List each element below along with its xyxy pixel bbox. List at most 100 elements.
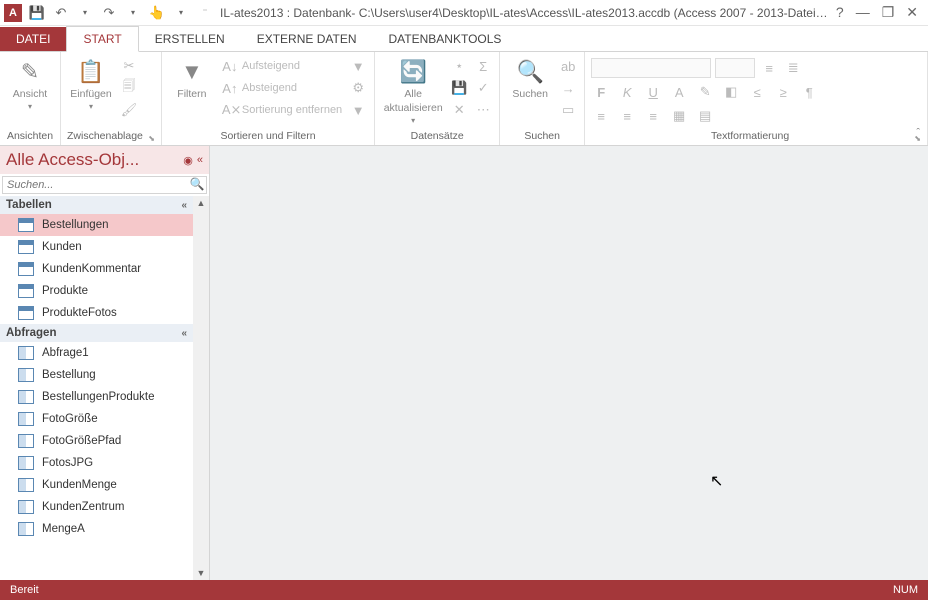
goto-icon[interactable]: → [558, 78, 578, 98]
group-sortieren-filtern: ▼ Filtern A↓Aufsteigend A↑Absteigend A⨯S… [162, 52, 375, 145]
replace-icon[interactable]: ab [558, 56, 578, 76]
collapse-ribbon-icon[interactable]: ˆ [916, 127, 920, 139]
nav-dropdown-icon[interactable]: ◉ [183, 154, 193, 167]
align-center-icon[interactable]: ≡ [617, 106, 637, 126]
nav-query-kundenmenge[interactable]: KundenMenge [0, 474, 193, 496]
absteigend-button[interactable]: A↑Absteigend [220, 78, 344, 98]
nav-scrollbar[interactable]: ▲ ▼ [193, 196, 209, 580]
nav-object-list: Tabellen« Bestellungen Kunden KundenKomm… [0, 196, 193, 540]
table-icon [18, 240, 34, 254]
title-bar: A 💾 ↶ ▾ ↷ ▾ 👆 ▾ ⁼ IL-ates2013 : Datenban… [0, 0, 928, 26]
selection-filter-icon[interactable]: ▼ [348, 56, 368, 76]
text-direction-icon[interactable]: ¶ [799, 82, 819, 102]
underline-icon[interactable]: U [643, 82, 663, 102]
totals-icon[interactable]: Σ [473, 56, 493, 76]
highlight-icon[interactable]: ✎ [695, 82, 715, 102]
nav-header[interactable]: Alle Access-Obj... ◉ « [0, 146, 209, 174]
nav-query-kundenzentrum[interactable]: KundenZentrum [0, 496, 193, 518]
nav-query-mengea[interactable]: MengeA [0, 518, 193, 540]
nav-query-abfrage1[interactable]: Abfrage1 [0, 342, 193, 364]
undo-icon[interactable]: ↶ [52, 4, 70, 22]
filtern-button[interactable]: ▼ Filtern [168, 54, 216, 100]
save-icon[interactable]: 💾 [28, 4, 46, 22]
ansicht-button[interactable]: ✎ Ansicht ▾ [6, 54, 54, 111]
numbering-icon[interactable]: ≣ [783, 58, 803, 78]
touch-mode-icon[interactable]: 👆 [148, 4, 166, 22]
aufsteigend-button[interactable]: A↓Aufsteigend [220, 56, 344, 76]
quick-access-toolbar: A 💾 ↶ ▾ ↷ ▾ 👆 ▾ ⁼ [4, 4, 214, 22]
query-icon [18, 368, 34, 382]
bold-icon[interactable]: F [591, 82, 611, 102]
nav-table-produktefotos[interactable]: ProdukteFotos [0, 302, 193, 324]
query-icon [18, 500, 34, 514]
gridlines-icon[interactable]: ▦ [669, 106, 689, 126]
chevron-down-icon: ▾ [89, 102, 93, 111]
new-record-icon[interactable]: ⋆ [449, 56, 469, 76]
scroll-up-icon[interactable]: ▲ [195, 196, 208, 210]
nav-section-tabellen[interactable]: Tabellen« [0, 196, 193, 214]
italic-icon[interactable]: K [617, 82, 637, 102]
toggle-filter-icon[interactable]: ▼ [348, 100, 368, 120]
nav-table-bestellungen[interactable]: Bestellungen [0, 214, 193, 236]
help-icon[interactable]: ? [836, 4, 844, 21]
nav-table-kunden[interactable]: Kunden [0, 236, 193, 258]
minimize-icon[interactable]: — [856, 4, 870, 21]
indent-decrease-icon[interactable]: ≤ [747, 82, 767, 102]
bullets-icon[interactable]: ≡ [759, 58, 779, 78]
nav-search: 🔍 [2, 176, 207, 194]
nav-query-bestellung[interactable]: Bestellung [0, 364, 193, 386]
tab-erstellen[interactable]: ERSTELLEN [139, 27, 241, 51]
nav-collapse-icon[interactable]: « [197, 154, 203, 167]
search-icon[interactable]: 🔍 [188, 177, 206, 193]
filter-icon: ▼ [181, 58, 203, 86]
redo-dropdown-icon[interactable]: ▾ [124, 4, 142, 22]
font-name-combo[interactable] [591, 58, 711, 78]
nav-section-abfragen[interactable]: Abfragen« [0, 324, 193, 342]
alle-aktualisieren-button[interactable]: 🔄 Alle aktualisieren ▾ [381, 54, 445, 126]
advanced-filter-icon[interactable]: ⚙ [348, 78, 368, 98]
spelling-icon[interactable]: ✓ [473, 78, 493, 98]
chevron-down-icon: ▾ [28, 102, 32, 111]
fill-color-icon[interactable]: ◧ [721, 82, 741, 102]
nav-search-input[interactable] [3, 177, 188, 193]
copy-icon[interactable]: 🗐 [119, 78, 139, 98]
format-painter-icon[interactable]: 🖌 [119, 100, 139, 120]
close-icon[interactable]: ✕ [906, 4, 918, 21]
suchen-button[interactable]: 🔍 Suchen [506, 54, 554, 100]
scroll-down-icon[interactable]: ▼ [195, 566, 208, 580]
einfuegen-button[interactable]: 📋 Einfügen ▾ [67, 54, 115, 111]
refresh-icon: 🔄 [399, 58, 426, 86]
nav-title: Alle Access-Obj... [6, 150, 183, 170]
nav-query-fotogroesse[interactable]: FotoGröße [0, 408, 193, 430]
align-left-icon[interactable]: ≡ [591, 106, 611, 126]
font-size-combo[interactable] [715, 58, 755, 78]
delete-record-icon[interactable]: ✕ [449, 100, 469, 120]
align-right-icon[interactable]: ≡ [643, 106, 663, 126]
tab-file[interactable]: DATEI [0, 27, 66, 51]
select-icon[interactable]: ▭ [558, 100, 578, 120]
tab-datenbanktools[interactable]: DATENBANKTOOLS [373, 27, 518, 51]
redo-icon[interactable]: ↷ [100, 4, 118, 22]
clear-sort-icon: A⨯ [222, 102, 238, 118]
find-icon: 🔍 [516, 58, 543, 86]
nav-query-fotogroessepfad[interactable]: FotoGrößePfad [0, 430, 193, 452]
nav-table-produkte[interactable]: Produkte [0, 280, 193, 302]
alt-row-color-icon[interactable]: ▤ [695, 106, 715, 126]
nav-query-bestellungenprodukte[interactable]: BestellungenProdukte [0, 386, 193, 408]
restore-icon[interactable]: ❐ [882, 4, 895, 21]
undo-dropdown-icon[interactable]: ▾ [76, 4, 94, 22]
indent-increase-icon[interactable]: ≥ [773, 82, 793, 102]
sortierung-entfernen-button[interactable]: A⨯Sortierung entfernen [220, 100, 344, 120]
save-record-icon[interactable]: 💾 [449, 78, 469, 98]
more-records-icon[interactable]: ⋯ [473, 100, 493, 120]
tab-start[interactable]: START [66, 26, 138, 52]
font-color-icon[interactable]: A [669, 82, 689, 102]
nav-query-fotosjpg[interactable]: FotosJPG [0, 452, 193, 474]
ribbon-tabs: DATEI START ERSTELLEN EXTERNE DATEN DATE… [0, 26, 928, 52]
tab-externe-daten[interactable]: EXTERNE DATEN [241, 27, 373, 51]
app-icon[interactable]: A [4, 4, 22, 22]
cut-icon[interactable]: ✂ [119, 56, 139, 76]
qat-customize-icon[interactable]: ▾ [172, 4, 190, 22]
nav-table-kundenkommentar[interactable]: KundenKommentar [0, 258, 193, 280]
paste-icon: 📋 [77, 58, 104, 86]
